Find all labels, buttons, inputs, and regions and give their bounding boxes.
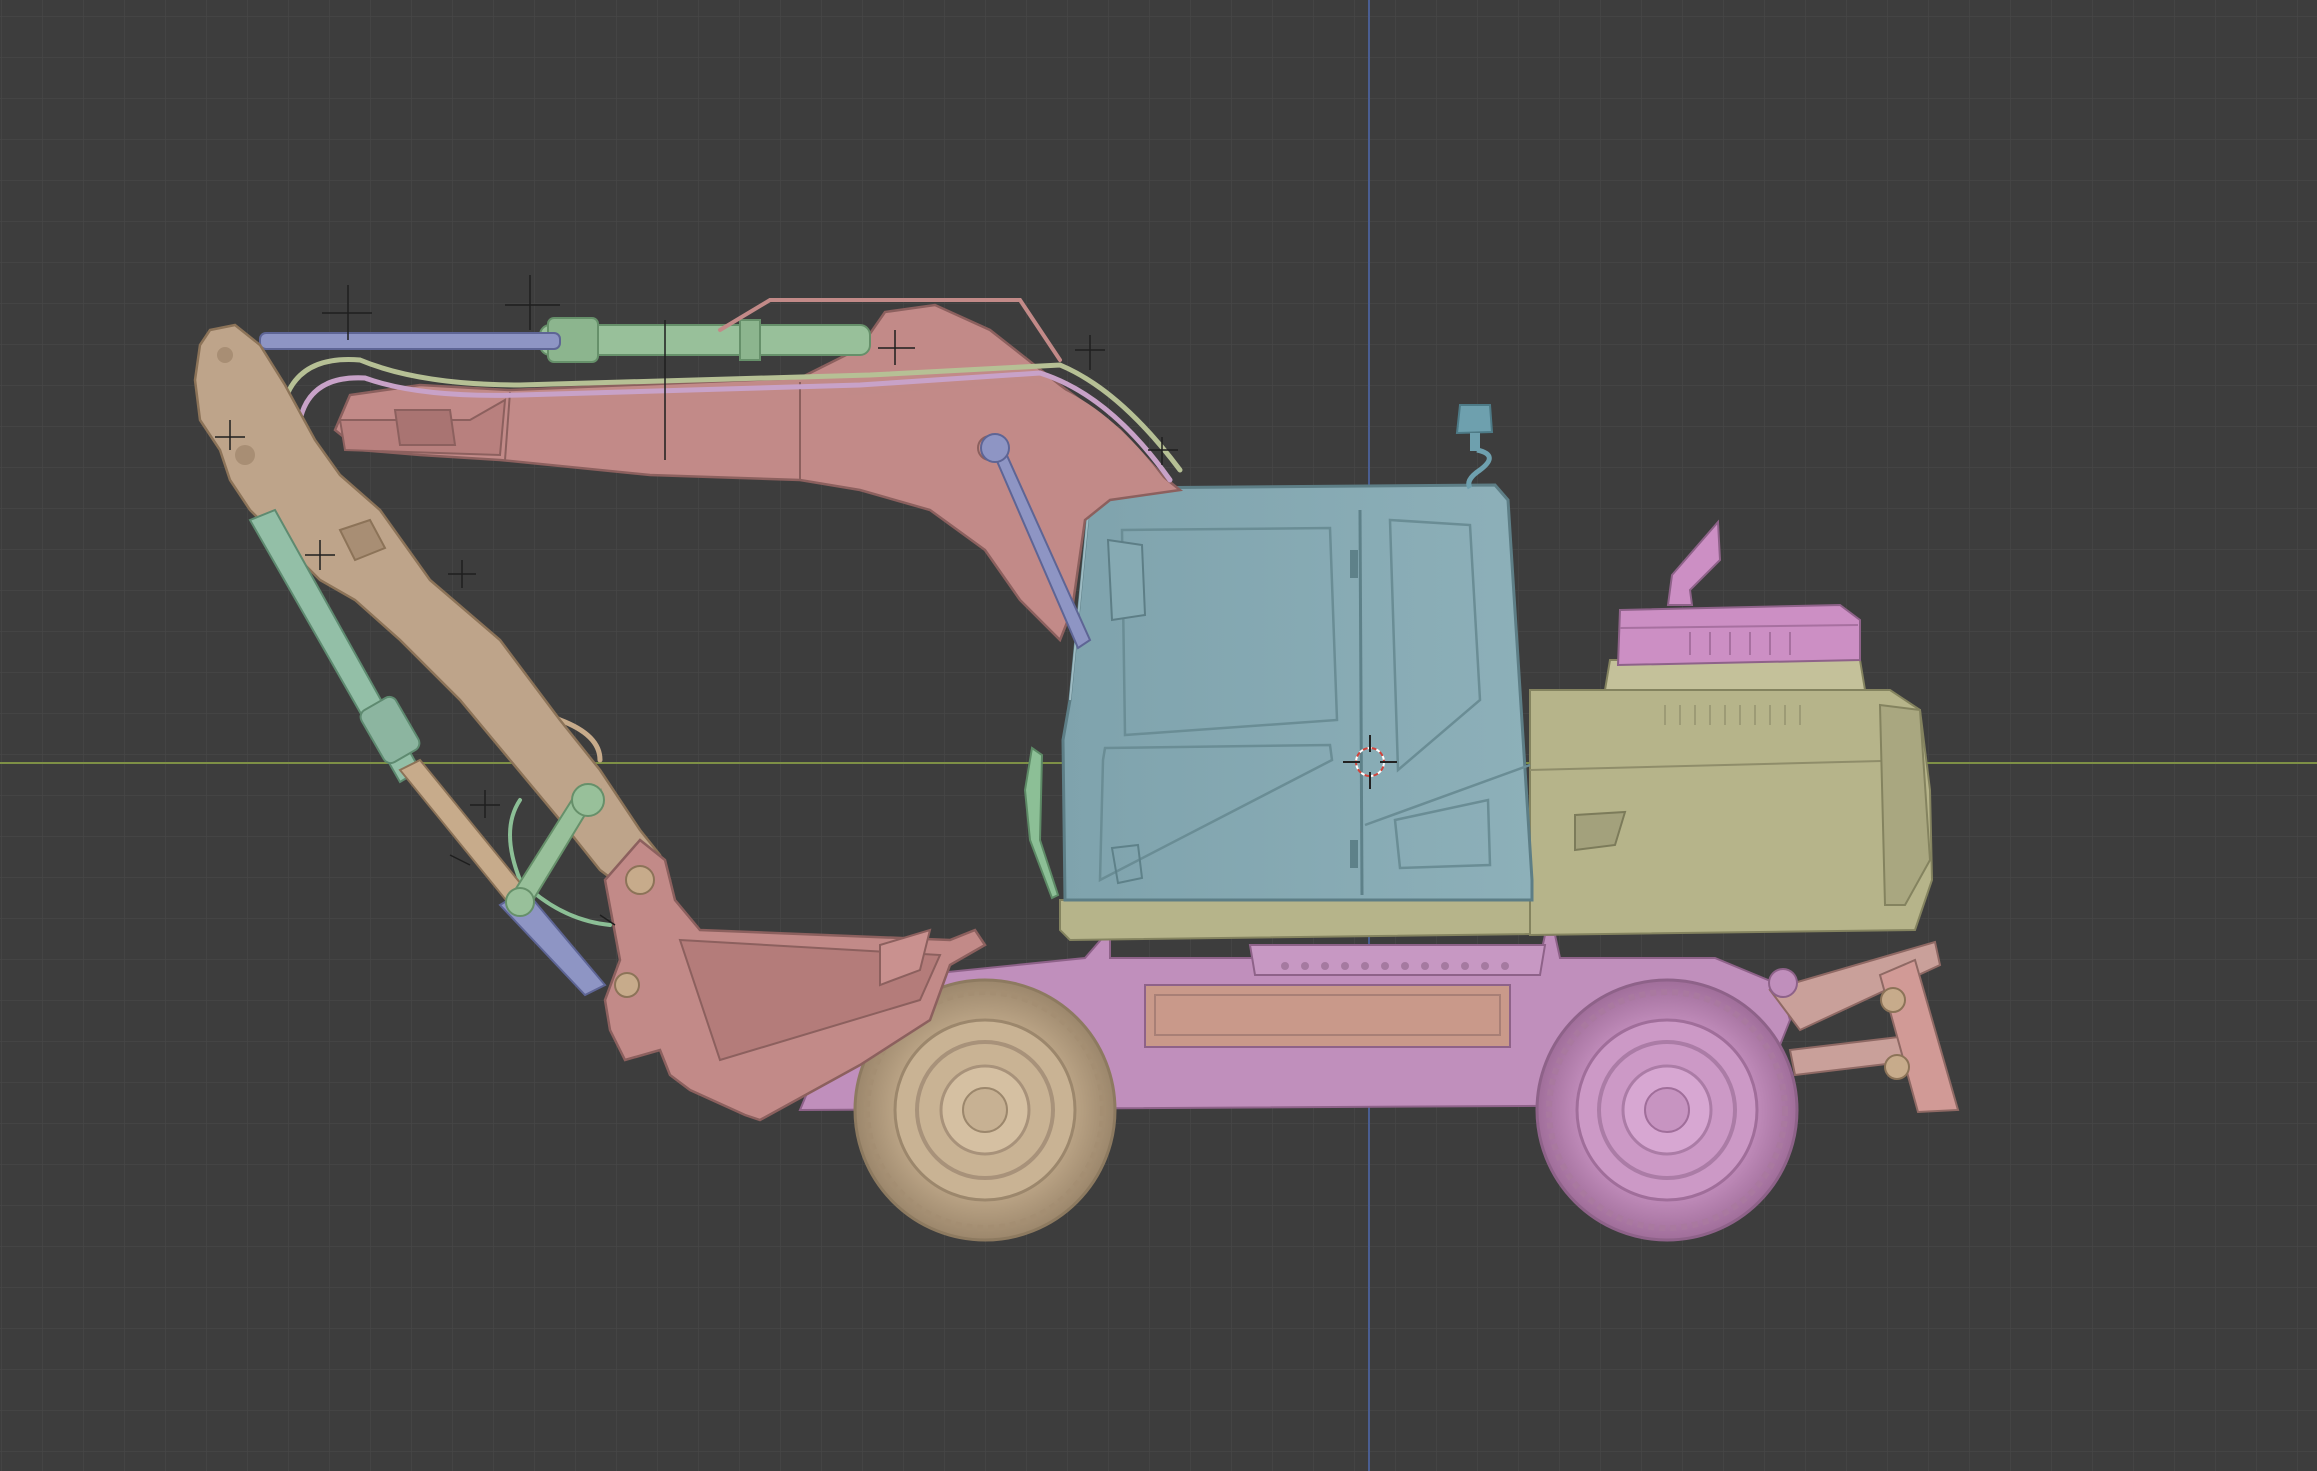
arm-cylinder[interactable] [539, 317, 871, 363]
boom-rod [259, 332, 561, 350]
side-mirror[interactable] [1106, 538, 1147, 622]
rear-wheel[interactable] [1535, 978, 1799, 1242]
engine-top-cover[interactable] [1616, 603, 1861, 667]
3d-viewport[interactable] [0, 0, 2317, 1471]
